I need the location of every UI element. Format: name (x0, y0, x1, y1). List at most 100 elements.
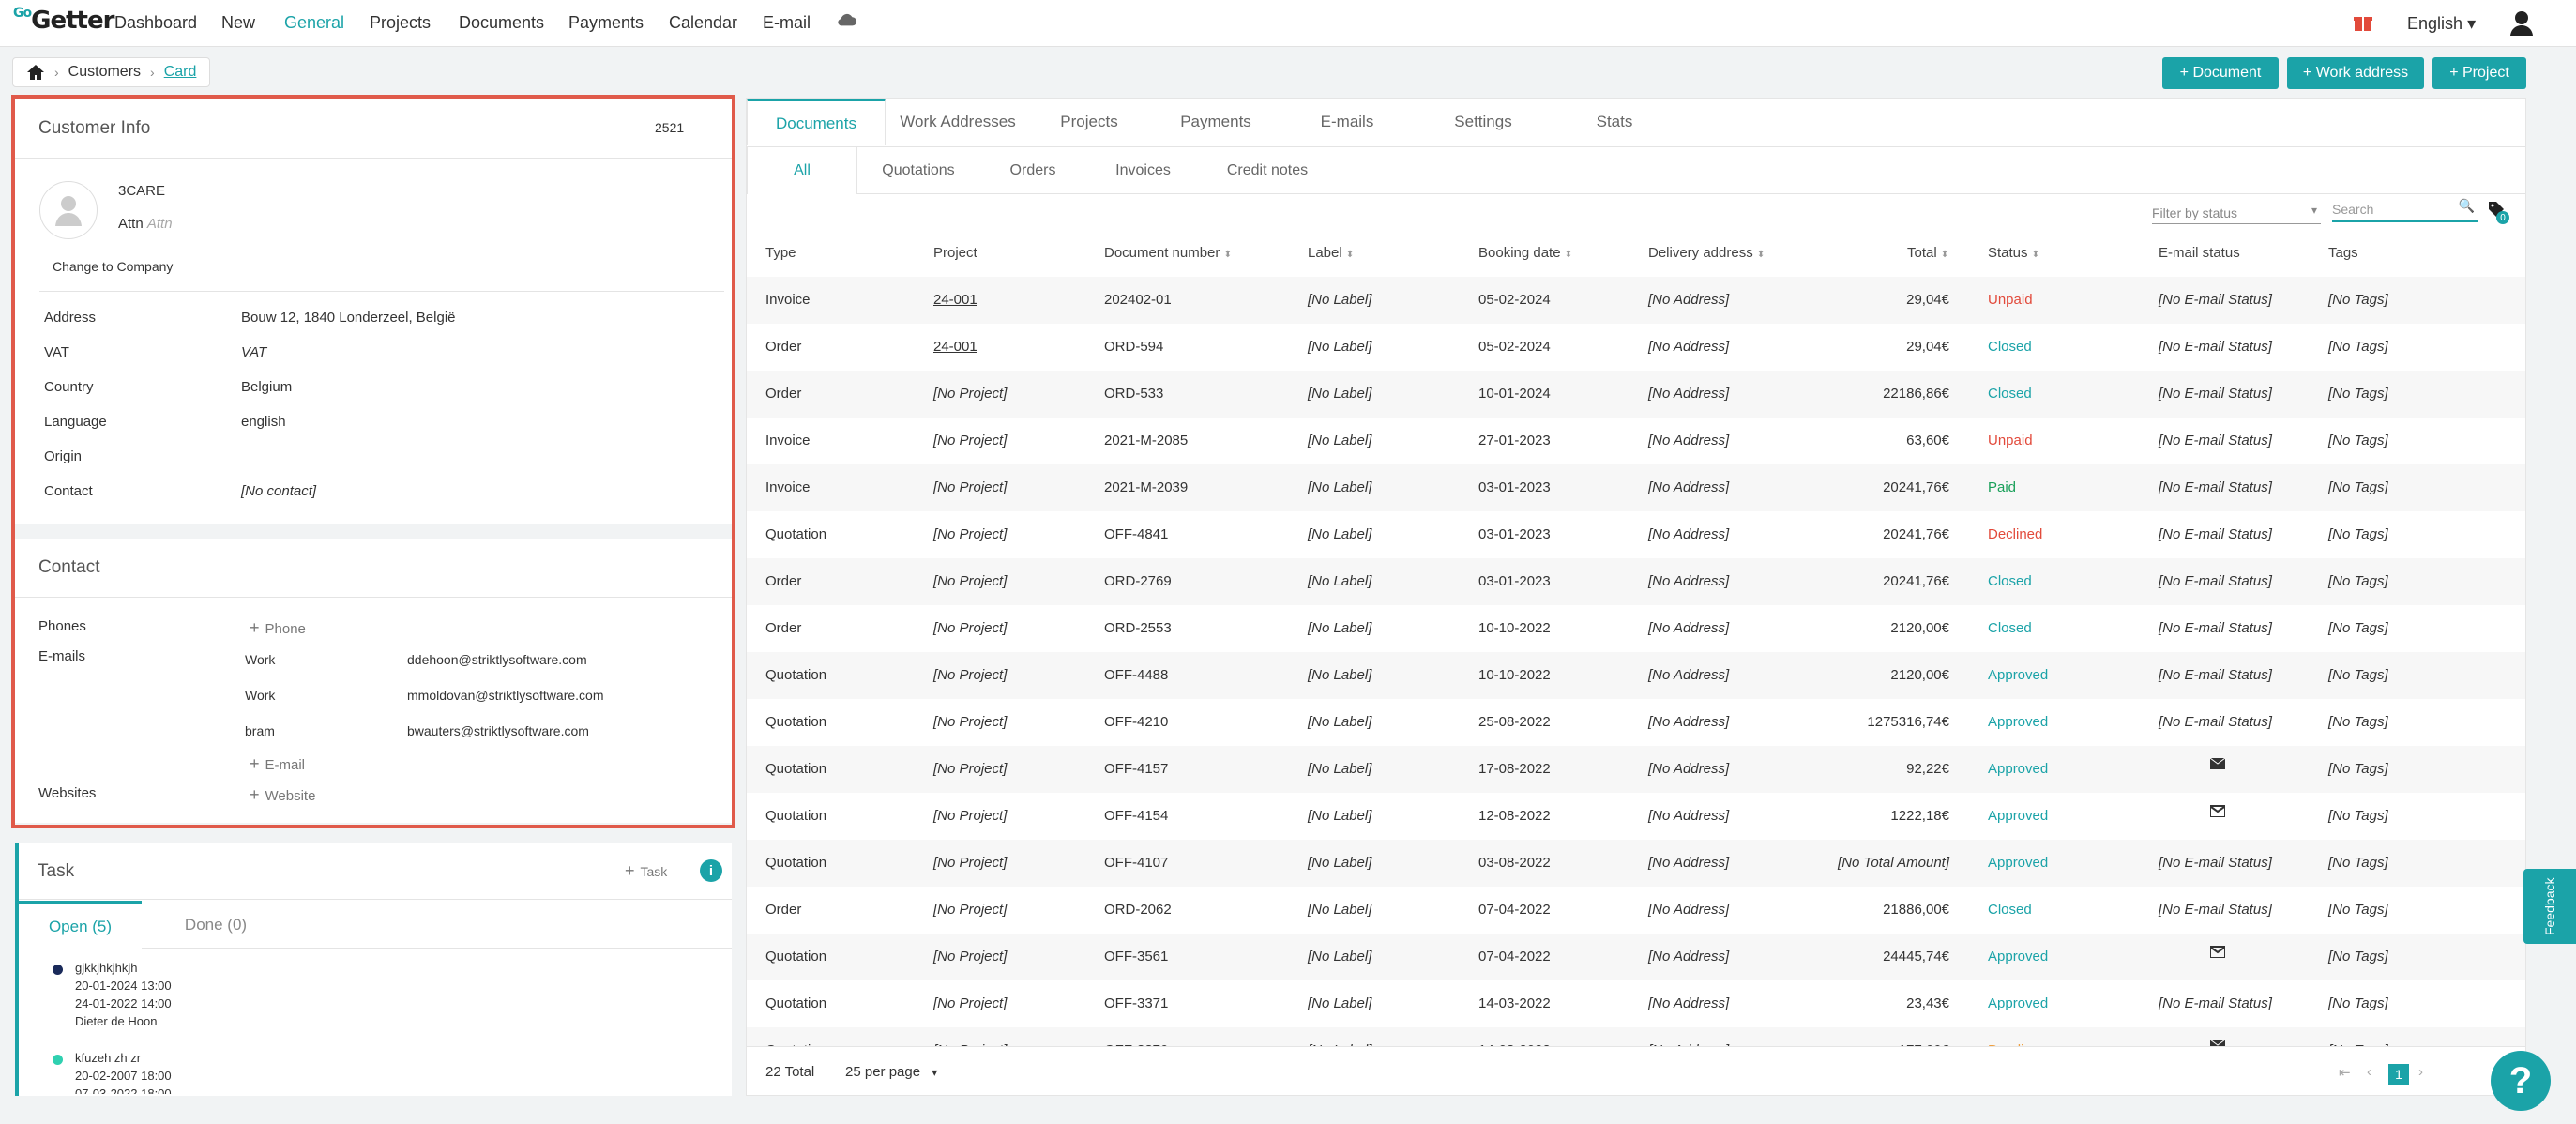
country-value[interactable]: Belgium (241, 379, 292, 395)
gogetter-logo[interactable]: GoGetter (13, 6, 114, 35)
nav-documents[interactable]: Documents (459, 13, 544, 33)
address-value[interactable]: Bouw 12, 1840 Londerzeel, België (241, 310, 456, 326)
tab-stats[interactable]: Stats (1553, 99, 1675, 145)
tab-done-tasks[interactable]: Done (0) (150, 901, 281, 949)
col-booking-date[interactable]: Booking date ⬍ (1478, 245, 1572, 261)
nav-dashboard[interactable]: Dashboard (114, 13, 197, 33)
table-row[interactable]: Quotation [No Project] OFF-4210 [No Label] 2… (747, 699, 2525, 746)
task-name-0[interactable]: gjkkjhkjhkjh (75, 961, 137, 975)
language-value[interactable]: english (241, 414, 286, 430)
page-1-button[interactable]: 1 (2388, 1064, 2409, 1085)
table-row[interactable]: Order [No Project] ORD-2769 [No Label] 03-01… (747, 558, 2525, 605)
info-icon[interactable]: i (700, 859, 722, 882)
first-page-icon[interactable]: ⇤ (2339, 1064, 2351, 1081)
subtab-invoices[interactable]: Invoices (1089, 147, 1197, 194)
nav-new[interactable]: New (221, 13, 255, 33)
table-row[interactable]: Order [No Project] ORD-533 [No Label] 10-01-… (747, 371, 2525, 418)
add-phone-button[interactable]: + Phone (250, 618, 306, 638)
attn-input[interactable]: Attn (147, 216, 173, 232)
country-label: Country (44, 379, 94, 395)
table-row[interactable]: Invoice 24-001 202402-01 [No Label] 05-02-20… (747, 277, 2525, 324)
task-name-1[interactable]: kfuzeh zh zr (75, 1051, 141, 1065)
sort-icon: ⬍ (1223, 250, 1232, 260)
phones-label: Phones (38, 618, 86, 634)
tab-documents[interactable]: Documents (747, 99, 886, 145)
table-row[interactable]: Quotation [No Project] OFF-4841 [No Label] 0… (747, 511, 2525, 558)
cell-label: [No Label] (1308, 855, 1372, 871)
tab-emails[interactable]: E-mails (1286, 99, 1408, 145)
envelope-open-icon[interactable] (2209, 804, 2226, 821)
add-task-button[interactable]: + Task (625, 861, 667, 881)
col-status[interactable]: Status ⬍ (1988, 245, 2039, 261)
vat-value[interactable]: VAT (241, 344, 266, 360)
tab-projects[interactable]: Projects (1033, 99, 1145, 145)
envelope-open-icon[interactable] (2209, 945, 2226, 962)
per-page-select[interactable]: 25 per page ▾ (845, 1064, 937, 1080)
table-row[interactable]: Quotation [No Project] OFF-3561 [No Label] 0… (747, 934, 2525, 980)
table-row[interactable]: Quotation[No Project]OFF-3370[No Label]1… (747, 1027, 2525, 1046)
nav-projects[interactable]: Projects (370, 13, 431, 33)
tab-work-addresses[interactable]: Work Addresses (887, 99, 1028, 145)
cloud-icon[interactable] (837, 11, 857, 28)
table-row[interactable]: Quotation [No Project] OFF-3371 [No Label] 1… (747, 980, 2525, 1027)
col-type[interactable]: Type (765, 245, 796, 261)
language-selector[interactable]: English ▾ (2407, 14, 2476, 34)
home-icon[interactable] (26, 64, 45, 81)
contact-value[interactable]: [No contact] (241, 483, 316, 499)
prev-page-icon[interactable]: ‹ (2367, 1064, 2371, 1080)
table-row[interactable]: Order [No Project] ORD-2062 [No Label] 07-04… (747, 887, 2525, 934)
subtab-all[interactable]: All (747, 147, 857, 194)
table-row[interactable]: Quotation [No Project] OFF-4157 [No Label] 1… (747, 746, 2525, 793)
change-to-company-link[interactable]: Change to Company (53, 259, 173, 274)
status-filter-select[interactable]: Filter by status ▾ (2152, 200, 2321, 224)
tab-payments[interactable]: Payments (1150, 99, 1281, 145)
email-address-0[interactable]: ddehoon@striktlysoftware.com (407, 652, 587, 667)
subtab-credit-notes[interactable]: Credit notes (1202, 147, 1333, 194)
nav-general[interactable]: General (284, 13, 344, 33)
col-tags[interactable]: Tags (2328, 245, 2358, 261)
cell-document-number: OFF-4157 (1104, 761, 1169, 777)
col-label[interactable]: Label ⬍ (1308, 245, 1354, 261)
email-address-1[interactable]: mmoldovan@striktlysoftware.com (407, 688, 604, 703)
tags-icon[interactable]: 0 (2487, 200, 2509, 224)
tab-open-tasks[interactable]: Open (5) (19, 901, 142, 949)
cell-project[interactable]: 24-001 (933, 292, 977, 308)
add-project-button[interactable]: + Project (2432, 57, 2526, 89)
subtab-quotations[interactable]: Quotations (859, 147, 977, 194)
user-avatar-icon[interactable] (2508, 9, 2535, 38)
task-title: Task (38, 861, 75, 881)
add-document-button[interactable]: + Document (2162, 57, 2279, 89)
breadcrumb-customers[interactable]: Customers (68, 64, 141, 81)
col-project[interactable]: Project (933, 245, 977, 261)
table-row[interactable]: Order [No Project] ORD-2553 [No Label] 10-10… (747, 605, 2525, 652)
envelope-icon[interactable] (2209, 757, 2226, 773)
email-address-2[interactable]: bwauters@striktlysoftware.com (407, 723, 589, 738)
table-row[interactable]: Quotation [No Project] OFF-4154 [No Label] 1… (747, 793, 2525, 840)
table-row[interactable]: Quotation [No Project] OFF-4107 [No Label] 0… (747, 840, 2525, 887)
table-row[interactable]: Order 24-001 ORD-594 [No Label] 05-02-2024 [N… (747, 324, 2525, 371)
envelope-icon[interactable] (2209, 1039, 2226, 1046)
search-input[interactable]: Search 🔍 (2332, 196, 2478, 222)
nav-calendar[interactable]: Calendar (669, 13, 737, 33)
add-work-address-button[interactable]: + Work address (2287, 57, 2424, 89)
cell-project[interactable]: 24-001 (933, 339, 977, 355)
nav-email[interactable]: E-mail (763, 13, 811, 33)
cell-tags: [No Tags] (2328, 479, 2388, 495)
col-email-status[interactable]: E-mail status (2159, 245, 2240, 261)
subtab-orders[interactable]: Orders (981, 147, 1084, 194)
col-document-number[interactable]: Document number ⬍ (1104, 245, 1232, 261)
feedback-tab[interactable]: Feedback (2523, 869, 2576, 944)
nav-payments[interactable]: Payments (568, 13, 644, 33)
add-website-button[interactable]: + Website (250, 785, 315, 805)
breadcrumb-card[interactable]: Card (164, 64, 197, 81)
next-page-icon[interactable]: › (2418, 1064, 2423, 1080)
table-row[interactable]: Quotation [No Project] OFF-4488 [No Label] 1… (747, 652, 2525, 699)
add-email-button[interactable]: + E-mail (250, 754, 305, 774)
tab-settings[interactable]: Settings (1417, 99, 1549, 145)
table-row[interactable]: Invoice [No Project] 2021-M-2085 [No Label]… (747, 418, 2525, 464)
gift-icon[interactable] (2353, 12, 2373, 33)
col-total[interactable]: Total ⬍ (1907, 245, 1948, 261)
help-button[interactable]: ? (2491, 1051, 2551, 1111)
col-delivery-address[interactable]: Delivery address ⬍ (1648, 245, 1765, 261)
table-row[interactable]: Invoice [No Project] 2021-M-2039 [No Label]… (747, 464, 2525, 511)
